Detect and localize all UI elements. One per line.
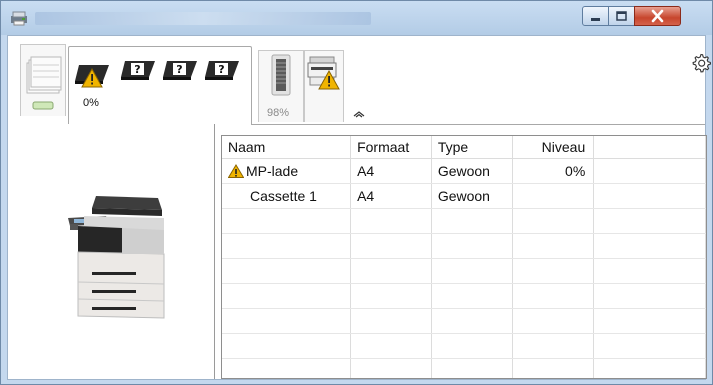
- cell-format: A4: [350, 158, 432, 184]
- toner-level-label: 0%: [83, 97, 99, 109]
- tray-table: Naam Formaat Type Niveau MP-lade A4 Gewo…: [221, 135, 707, 379]
- toner-warning-icon: [75, 65, 109, 88]
- table-row-empty: [222, 358, 706, 378]
- table-row-empty: [222, 283, 706, 309]
- tab-paper[interactable]: [20, 44, 66, 116]
- cell-level: [512, 183, 595, 209]
- tray-name: MP-lade: [246, 163, 299, 179]
- app-window: ? ? ? 0% 98% Naam Formaat Type Niveau MP…: [0, 0, 713, 385]
- table-row-empty: [222, 233, 706, 259]
- column-header-format[interactable]: Formaat: [350, 136, 432, 159]
- svg-text:?: ?: [176, 63, 182, 76]
- table-row[interactable]: MP-lade A4 Gewoon 0%: [222, 158, 706, 184]
- warning-icon: [228, 164, 244, 178]
- cell-name: MP-lade: [222, 158, 352, 184]
- column-header-level[interactable]: Niveau: [512, 136, 595, 159]
- cell-type: Gewoon: [431, 183, 513, 209]
- tab-waste-toner[interactable]: 98%: [258, 50, 304, 122]
- close-icon: [651, 9, 664, 23]
- client-area: ? ? ? 0% 98% Naam Formaat Type Niveau MP…: [7, 35, 712, 380]
- cell-format: A4: [350, 183, 432, 209]
- window-title: [35, 12, 371, 25]
- column-header-filler: [593, 136, 706, 159]
- tab-device[interactable]: [304, 50, 344, 122]
- table-row-empty: [222, 208, 706, 234]
- cell-filler: [593, 183, 706, 209]
- waste-toner-level-label: 98%: [267, 107, 290, 119]
- toner-unknown-icon: ?: [205, 61, 239, 80]
- minimize-icon: [591, 18, 600, 21]
- title-bar[interactable]: [1, 1, 712, 35]
- app-icon: [11, 11, 27, 26]
- table-header-row: Naam Formaat Type Niveau: [222, 136, 706, 159]
- printer-image: [68, 196, 165, 319]
- maximize-button[interactable]: [608, 6, 635, 26]
- gear-icon[interactable]: [690, 52, 712, 74]
- close-button[interactable]: [634, 6, 681, 26]
- cell-filler: [593, 158, 706, 184]
- paper-stack-icon: [26, 56, 62, 110]
- cell-level: 0%: [512, 158, 595, 184]
- maximize-icon: [616, 11, 627, 21]
- device-status-strip: ? ? ? 0% 98%: [8, 36, 712, 125]
- printer-warning-icon: [307, 56, 340, 90]
- cell-name: Cassette 1: [222, 183, 352, 209]
- cell-type: Gewoon: [431, 158, 513, 184]
- svg-text:?: ?: [218, 63, 224, 76]
- toner-unknown-icon: ?: [121, 61, 155, 80]
- table-row-empty: [222, 333, 706, 359]
- table-row[interactable]: Cassette 1 A4 Gewoon: [222, 183, 706, 209]
- column-header-name[interactable]: Naam: [222, 136, 352, 159]
- waste-toner-icon: [271, 54, 291, 96]
- svg-text:?: ?: [134, 63, 140, 76]
- table-row-empty: [222, 308, 706, 334]
- minimize-button[interactable]: [582, 6, 609, 26]
- device-image-pane: [8, 124, 215, 379]
- column-header-type[interactable]: Type: [431, 136, 513, 159]
- collapse-icon[interactable]: [352, 108, 366, 120]
- table-row-empty: [222, 258, 706, 284]
- tab-toner[interactable]: ? ? ? 0%: [68, 46, 252, 125]
- toner-unknown-icon: ?: [163, 61, 197, 80]
